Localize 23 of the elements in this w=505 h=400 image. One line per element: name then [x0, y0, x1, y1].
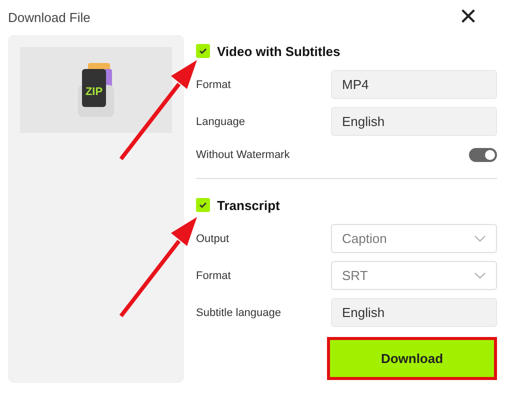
close-button[interactable]: × [459, 4, 477, 30]
chevron-down-icon [474, 272, 486, 279]
section-title: Video with Subtitles [217, 44, 340, 58]
checkbox[interactable] [196, 44, 210, 58]
field-label: Format [196, 78, 231, 90]
section-title: Transcript [217, 198, 280, 212]
check-icon [199, 201, 207, 209]
input-field[interactable]: MP4 [331, 70, 497, 99]
checkbox[interactable] [196, 198, 210, 212]
check-icon [199, 47, 207, 55]
dropdown[interactable]: Caption [331, 224, 497, 253]
field-label: Output [196, 232, 230, 244]
input-field[interactable]: English [331, 107, 497, 136]
field-label: Format [196, 270, 231, 282]
field-label: Language [196, 116, 245, 128]
window-title: Download File [8, 10, 90, 24]
input-field[interactable]: English [331, 298, 497, 327]
toggle-switch[interactable] [469, 148, 497, 162]
field-label: Subtitle language [196, 306, 282, 318]
chevron-down-icon [474, 235, 486, 242]
download-button[interactable]: Download [327, 337, 497, 380]
dropdown[interactable]: SRT [331, 261, 497, 290]
field-label: Without Watermark [196, 149, 290, 161]
